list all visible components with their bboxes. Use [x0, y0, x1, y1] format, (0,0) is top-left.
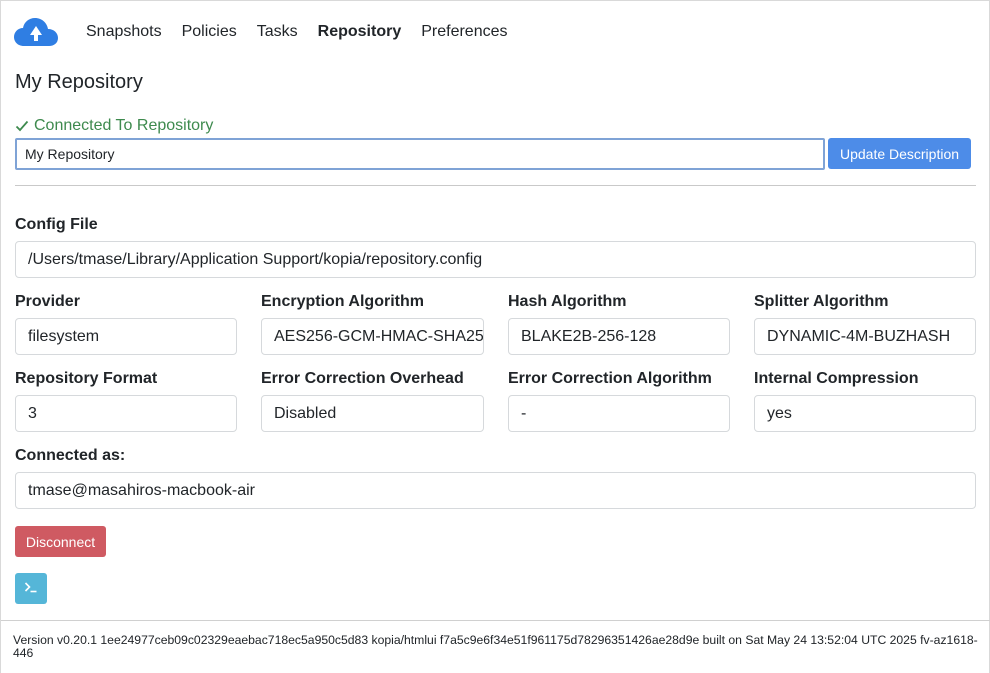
- page-title: My Repository: [15, 71, 143, 93]
- disconnect-button[interactable]: Disconnect: [15, 526, 106, 557]
- format-field[interactable]: 3: [15, 395, 237, 432]
- connected-as-field[interactable]: tmase@masahiros-macbook-air: [15, 472, 976, 509]
- navbar: Snapshots Policies Tasks Repository Pref…: [13, 13, 528, 51]
- compression-field[interactable]: yes: [754, 395, 976, 432]
- config-file-field[interactable]: /Users/tmase/Library/Application Support…: [15, 241, 976, 278]
- encryption-label: Encryption Algorithm: [261, 293, 424, 310]
- connected-as-label: Connected as:: [15, 447, 126, 464]
- update-description-button[interactable]: Update Description: [828, 138, 971, 169]
- config-file-label: Config File: [15, 216, 98, 233]
- version-footer: Version v0.20.1 1ee24977ceb09c02329eaeba…: [13, 633, 978, 660]
- splitter-field[interactable]: DYNAMIC-4M-BUZHASH: [754, 318, 976, 355]
- hash-field[interactable]: BLAKE2B-256-128: [508, 318, 730, 355]
- hash-label: Hash Algorithm: [508, 293, 627, 310]
- app-window: Snapshots Policies Tasks Repository Pref…: [0, 0, 990, 673]
- nav-snapshots[interactable]: Snapshots: [86, 23, 162, 41]
- nav-policies[interactable]: Policies: [182, 23, 237, 41]
- splitter-label: Splitter Algorithm: [754, 293, 889, 310]
- format-label: Repository Format: [15, 370, 158, 387]
- footer-divider: [1, 620, 990, 621]
- provider-field[interactable]: filesystem: [15, 318, 237, 355]
- nav-tasks[interactable]: Tasks: [257, 23, 298, 41]
- terminal-icon: [24, 581, 38, 596]
- kopia-cloud-logo[interactable]: [13, 15, 59, 49]
- compression-label: Internal Compression: [754, 370, 919, 387]
- ecc-overhead-field[interactable]: Disabled: [261, 395, 484, 432]
- checkmark-icon: [15, 119, 29, 133]
- encryption-field[interactable]: AES256-GCM-HMAC-SHA256: [261, 318, 484, 355]
- nav-preferences[interactable]: Preferences: [421, 23, 507, 41]
- description-input[interactable]: [15, 138, 825, 170]
- nav-links: Snapshots Policies Tasks Repository Pref…: [86, 23, 528, 41]
- ecc-algorithm-field[interactable]: -: [508, 395, 730, 432]
- cli-button[interactable]: [15, 573, 47, 604]
- provider-label: Provider: [15, 293, 80, 310]
- nav-repository[interactable]: Repository: [318, 23, 402, 41]
- status-text: Connected To Repository: [34, 117, 214, 134]
- ecc-overhead-label: Error Correction Overhead: [261, 370, 464, 387]
- divider: [15, 185, 976, 186]
- connection-status: Connected To Repository: [15, 117, 213, 135]
- ecc-algorithm-label: Error Correction Algorithm: [508, 370, 712, 387]
